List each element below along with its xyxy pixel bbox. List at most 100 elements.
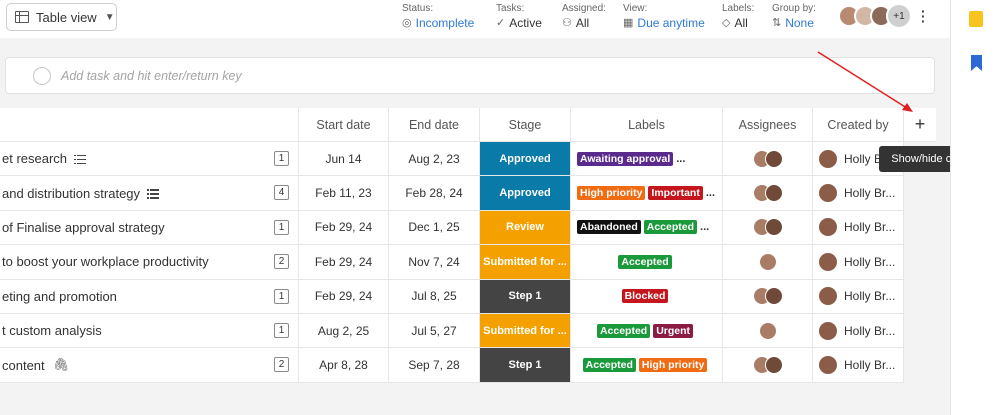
task-cell[interactable]: to boost your workplace productivity 2 xyxy=(0,245,299,279)
start-date-cell[interactable]: Feb 29, 24 xyxy=(299,279,389,313)
comment-count[interactable]: 1 xyxy=(274,288,289,304)
task-name[interactable]: and distribution strategy xyxy=(2,186,140,201)
stage-cell[interactable]: Step 1 xyxy=(480,348,571,382)
label-tag[interactable]: Abandoned xyxy=(577,220,641,235)
end-date-cell[interactable]: Dec 1, 25 xyxy=(389,210,480,245)
labels-cell[interactable]: Abandoned Accepted... xyxy=(571,210,723,245)
labels-cell[interactable]: Accepted xyxy=(571,245,723,279)
assignee-avatar xyxy=(764,184,783,203)
end-date-cell[interactable]: Jul 5, 27 xyxy=(389,313,480,348)
labels-wrap: Abandoned Accepted... xyxy=(571,220,722,235)
label-tag[interactable]: Accepted xyxy=(596,323,651,338)
label-tag[interactable]: Accepted xyxy=(618,254,672,269)
comment-count[interactable]: 4 xyxy=(274,185,289,201)
start-date-cell[interactable]: Jun 14 xyxy=(299,142,389,176)
sticky-note-icon[interactable] xyxy=(969,11,983,27)
avatar xyxy=(819,356,837,375)
table-row[interactable]: to boost your workplace productivity 2 Feb… xyxy=(0,245,904,280)
table-row[interactable]: content 🖇 2 Apr 8, 28 Sep 7, 28 Step 1 Accepte… xyxy=(0,348,904,383)
assignees-cell[interactable] xyxy=(723,313,813,348)
comment-count[interactable]: 1 xyxy=(274,219,289,235)
label-tag[interactable]: High priority xyxy=(577,186,646,201)
assignee-avatar xyxy=(764,149,783,168)
created-by-cell[interactable]: Holly Br... xyxy=(813,176,904,210)
created-by-cell[interactable]: Holly Br... xyxy=(813,313,904,348)
comment-count[interactable]: 1 xyxy=(274,322,289,338)
task-name[interactable]: et research xyxy=(2,151,67,166)
comment-count[interactable]: 2 xyxy=(274,357,289,373)
labels-cell[interactable]: Accepted High priority xyxy=(571,348,723,382)
task-cell[interactable]: t custom analysis 1 xyxy=(0,313,299,348)
task-name[interactable]: content xyxy=(2,358,45,373)
more-labels[interactable]: ... xyxy=(676,153,685,165)
end-date-cell[interactable]: Jul 8, 25 xyxy=(389,279,480,313)
task-cell[interactable]: content 🖇 2 xyxy=(0,348,299,382)
table-row[interactable]: eting and promotion 1 Feb 29, 24 Jul 8, 25 S… xyxy=(0,279,904,314)
comment-count[interactable]: 1 xyxy=(274,151,289,166)
created-by-cell[interactable]: Holly Br... xyxy=(813,348,904,382)
subtasks-list-icon xyxy=(147,188,160,199)
assignees-cell[interactable] xyxy=(723,245,813,279)
end-date-cell[interactable]: Feb 28, 24 xyxy=(389,176,480,210)
created-by-cell[interactable]: Holly Br... xyxy=(813,279,904,313)
task-cell[interactable]: and distribution strategy 4 xyxy=(0,176,299,210)
stage-cell[interactable]: Submitted for ... xyxy=(480,313,571,348)
label-tag[interactable]: Accepted xyxy=(582,358,636,373)
label-tag[interactable]: Accepted xyxy=(643,220,698,235)
assignee-avatars xyxy=(758,321,777,340)
attachment-icon: 🖇 xyxy=(52,357,70,373)
created-by-cell[interactable]: Holly Br... xyxy=(813,245,904,279)
table-row[interactable]: and distribution strategy 4 Feb 11, 23 Feb … xyxy=(0,176,904,211)
bookmark-icon[interactable] xyxy=(971,55,982,71)
stage-cell[interactable]: Review xyxy=(480,210,571,245)
label-tag[interactable]: Blocked xyxy=(621,289,669,304)
stage-cell[interactable]: Step 1 xyxy=(480,279,571,313)
stage-cell[interactable]: Approved xyxy=(480,176,571,210)
table-row[interactable]: et research 1 Jun 14 Aug 2, 23 Approved Await… xyxy=(0,142,904,177)
stage-cell[interactable]: Submitted for ... xyxy=(480,245,571,279)
assignees-cell[interactable] xyxy=(723,210,813,245)
end-date-cell[interactable]: Sep 7, 28 xyxy=(389,348,480,382)
label-tag[interactable]: Awaiting approval xyxy=(577,151,674,166)
assignees-cell[interactable] xyxy=(723,279,813,313)
task-cell[interactable]: of Finalise approval strategy 1 xyxy=(0,210,299,245)
start-date-cell[interactable]: Feb 29, 24 xyxy=(299,210,389,245)
label-tag[interactable]: Urgent xyxy=(653,323,694,338)
assignee-avatar xyxy=(764,356,783,375)
task-name[interactable]: of Finalise approval strategy xyxy=(2,220,165,235)
stage-cell[interactable]: Approved xyxy=(480,142,571,176)
task-cell[interactable]: et research 1 xyxy=(0,142,299,176)
more-labels[interactable]: ... xyxy=(706,187,715,199)
labels-cell[interactable]: Blocked xyxy=(571,279,723,313)
assignees-cell[interactable] xyxy=(723,176,813,210)
table-row[interactable]: of Finalise approval strategy 1 Feb 29, 24… xyxy=(0,210,904,246)
end-date-cell[interactable]: Aug 2, 23 xyxy=(389,142,480,176)
assignee-avatars xyxy=(758,252,777,271)
creator-name: Holly Br... xyxy=(844,289,896,304)
comment-count[interactable]: 2 xyxy=(274,254,289,270)
start-date-cell[interactable]: Feb 29, 24 xyxy=(299,245,389,279)
assignees-cell[interactable] xyxy=(723,142,813,176)
label-tag[interactable]: Important xyxy=(648,186,703,201)
table-row[interactable]: t custom analysis 1 Aug 2, 25 Jul 5, 27 Subm… xyxy=(0,313,904,349)
start-date-cell[interactable]: Apr 8, 28 xyxy=(299,348,389,382)
task-name[interactable]: to boost your workplace productivity xyxy=(2,254,209,269)
assignees-cell[interactable] xyxy=(723,348,813,382)
assignee-avatars xyxy=(752,184,783,203)
created-by-cell[interactable]: Holly Br... xyxy=(813,210,904,245)
task-name[interactable]: t custom analysis xyxy=(2,323,102,338)
creator-name: Holly Br... xyxy=(844,254,896,269)
labels-cell[interactable]: Awaiting approval... xyxy=(571,142,723,176)
label-tag[interactable]: High priority xyxy=(638,358,708,373)
assignee-avatars xyxy=(752,218,783,237)
end-date-cell[interactable]: Nov 7, 24 xyxy=(389,245,480,279)
labels-cell[interactable]: Accepted Urgent xyxy=(571,313,723,348)
task-name[interactable]: eting and promotion xyxy=(2,289,117,304)
labels-cell[interactable]: High priority Important... xyxy=(571,176,723,210)
creator-name: Holly Br... xyxy=(844,323,896,338)
stage-badge: Review xyxy=(480,210,570,245)
start-date-cell[interactable]: Aug 2, 25 xyxy=(299,313,389,348)
task-cell[interactable]: eting and promotion 1 xyxy=(0,279,299,313)
more-labels[interactable]: ... xyxy=(700,221,709,233)
start-date-cell[interactable]: Feb 11, 23 xyxy=(299,176,389,210)
